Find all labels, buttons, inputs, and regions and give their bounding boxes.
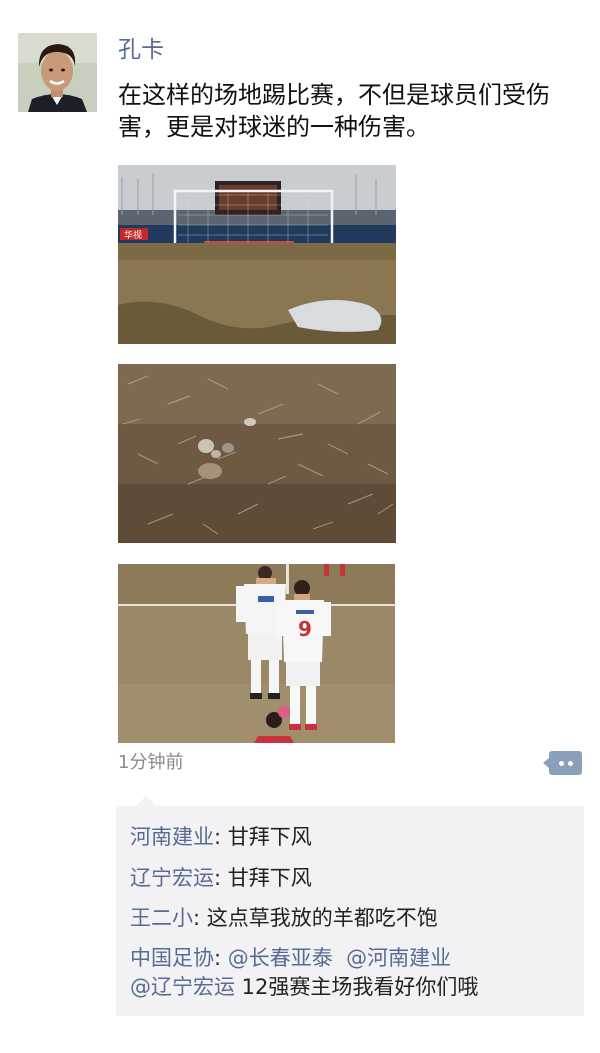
comment-text: 甘拜下风 bbox=[227, 866, 312, 890]
bubble-notch-icon bbox=[543, 758, 549, 768]
username-link[interactable]: 孔卡 bbox=[118, 34, 164, 66]
comment-item[interactable]: 中国足协: @长春亚泰 @河南建业 @辽宁宏运 12强赛主场我看好你们哦 bbox=[130, 944, 570, 1002]
comment-item[interactable]: 河南建业: 甘拜下风 bbox=[130, 823, 570, 852]
comment-author[interactable]: 中国足协 bbox=[130, 946, 214, 970]
post-photo-1[interactable]: 华视 bbox=[118, 165, 396, 344]
comment-separator: : bbox=[214, 866, 228, 890]
comments-panel: 河南建业: 甘拜下风 辽宁宏运: 甘拜下风 王二小: 这点草我放的羊都吃不饱 中… bbox=[116, 796, 584, 1016]
comment-author[interactable]: 辽宁宏运 bbox=[130, 866, 214, 890]
comment-text: 这点草我放的羊都吃不饱 bbox=[206, 906, 438, 930]
mention-link[interactable]: @长春亚泰 bbox=[228, 946, 333, 970]
shirt-number: 9 bbox=[298, 617, 312, 641]
stadium-pitch-photo-icon: 华视 bbox=[118, 165, 396, 344]
comment-author[interactable]: 王二小 bbox=[130, 906, 193, 930]
dot-icon bbox=[568, 761, 573, 766]
comment-separator: : bbox=[193, 906, 207, 930]
comment-button[interactable] bbox=[543, 751, 582, 775]
user-portrait-icon bbox=[18, 33, 97, 112]
comment-text: 12强赛主场我看好你们哦 bbox=[235, 975, 479, 999]
panel-arrow-icon bbox=[136, 796, 156, 806]
dot-icon bbox=[559, 761, 564, 766]
players-on-pitch-photo-icon: 9 bbox=[118, 564, 395, 743]
comment-separator: : bbox=[214, 825, 228, 849]
comment-item[interactable]: 辽宁宏运: 甘拜下风 bbox=[130, 864, 570, 893]
avatar[interactable] bbox=[18, 33, 97, 112]
mention-link[interactable]: @河南建业 bbox=[346, 946, 451, 970]
comment-item[interactable]: 王二小: 这点草我放的羊都吃不饱 bbox=[130, 904, 570, 933]
post-text: 在这样的场地踢比赛，不但是球员们受伤害，更是对球迷的一种伤害。 bbox=[118, 81, 550, 141]
comment-text: 甘拜下风 bbox=[227, 825, 312, 849]
mention-link[interactable]: @辽宁宏运 bbox=[130, 975, 235, 999]
post-photo-3[interactable]: 9 bbox=[118, 564, 395, 743]
banner-text: 华视 bbox=[124, 229, 142, 241]
comment-author[interactable]: 河南建业 bbox=[130, 825, 214, 849]
dirt-closeup-photo-icon bbox=[118, 364, 396, 543]
post-photo-2[interactable] bbox=[118, 364, 396, 543]
timestamp: 1分钟前 bbox=[118, 752, 184, 773]
comment-separator: : bbox=[214, 946, 228, 970]
